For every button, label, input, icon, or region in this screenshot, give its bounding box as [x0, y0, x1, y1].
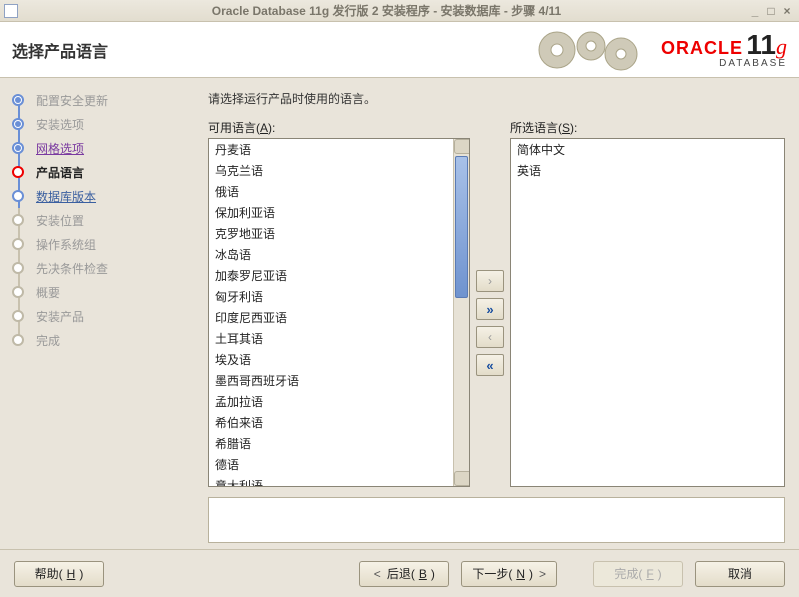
available-languages-list[interactable]: 丹麦语乌克兰语俄语保加利亚语克罗地亚语冰岛语加泰罗尼亚语匈牙利语印度尼西亚语土耳…: [208, 138, 470, 487]
list-item[interactable]: 克罗地亚语: [211, 224, 451, 245]
page-title: 选择产品语言: [12, 38, 108, 62]
step-dot: [12, 262, 24, 274]
scroll-thumb[interactable]: [455, 156, 468, 298]
list-item[interactable]: 保加利亚语: [211, 203, 451, 224]
step-dot: [12, 310, 24, 322]
instruction-text: 请选择运行产品时使用的语言。: [208, 90, 785, 107]
header: 选择产品语言 ORACLE 11g DATABASE: [0, 22, 799, 78]
scroll-down-icon[interactable]: ▼: [454, 471, 470, 486]
list-item[interactable]: 简体中文: [513, 140, 782, 161]
list-item[interactable]: 意大利语: [211, 476, 451, 486]
scroll-up-icon[interactable]: ▲: [454, 139, 470, 154]
titlebar: Oracle Database 11g 发行版 2 安装程序 - 安装数据库 -…: [0, 0, 799, 22]
selected-languages-list[interactable]: 简体中文英语: [510, 138, 785, 487]
remove-all-button[interactable]: «: [476, 354, 504, 376]
step-label: 产品语言: [36, 164, 84, 181]
available-scrollbar[interactable]: ▲ ▼: [453, 139, 469, 486]
step-label: 安装位置: [36, 212, 84, 229]
branding: ORACLE 11g DATABASE: [533, 26, 787, 74]
step-dot: [12, 94, 24, 106]
step-label: 先决条件检查: [36, 260, 108, 277]
list-item[interactable]: 墨西哥西班牙语: [211, 371, 451, 392]
step-label[interactable]: 网格选项: [36, 140, 84, 157]
list-item[interactable]: 匈牙利语: [211, 287, 451, 308]
step-dot: [12, 334, 24, 346]
app-icon: [4, 4, 18, 18]
step-dot: [12, 238, 24, 250]
list-item[interactable]: 冰岛语: [211, 245, 451, 266]
step-label: 概要: [36, 284, 60, 301]
step-label: 安装选项: [36, 116, 84, 133]
chevron-right-icon: ›: [488, 274, 492, 288]
list-item[interactable]: 希伯来语: [211, 413, 451, 434]
list-item[interactable]: 俄语: [211, 182, 451, 203]
back-button[interactable]: 后退(B): [359, 561, 449, 587]
step-dot: [12, 286, 24, 298]
step-label: 配置安全更新: [36, 92, 108, 109]
finish-button: 完成(F): [593, 561, 683, 587]
minimize-button[interactable]: _: [747, 4, 763, 18]
steps-sidebar: 配置安全更新安装选项网格选项产品语言数据库版本安装位置操作系统组先决条件检查概要…: [0, 78, 200, 549]
remove-button[interactable]: ‹: [476, 326, 504, 348]
help-button[interactable]: 帮助(H): [14, 561, 104, 587]
step-dot: [12, 190, 24, 202]
list-item[interactable]: 乌克兰语: [211, 161, 451, 182]
gears-graphic: [533, 26, 653, 74]
list-item[interactable]: 希腊语: [211, 434, 451, 455]
double-chevron-right-icon: »: [486, 302, 493, 317]
messages-area: [208, 497, 785, 543]
cancel-button[interactable]: 取消: [695, 561, 785, 587]
step-dot: [12, 166, 24, 178]
step-label[interactable]: 数据库版本: [36, 188, 96, 205]
list-item[interactable]: 丹麦语: [211, 140, 451, 161]
double-chevron-left-icon: «: [486, 358, 493, 373]
step-label: 完成: [36, 332, 60, 349]
list-item[interactable]: 德语: [211, 455, 451, 476]
step-label: 操作系统组: [36, 236, 96, 253]
list-item[interactable]: 孟加拉语: [211, 392, 451, 413]
footer: 帮助(H) 后退(B) 下一步(N) 完成(F) 取消: [0, 549, 799, 597]
oracle-logo: ORACLE 11g DATABASE: [661, 31, 787, 69]
step-dot: [12, 214, 24, 226]
available-label: 可用语言(A):: [208, 119, 470, 136]
window-title: Oracle Database 11g 发行版 2 安装程序 - 安装数据库 -…: [26, 2, 747, 19]
step-label: 安装产品: [36, 308, 84, 325]
close-button[interactable]: ×: [779, 4, 795, 18]
transfer-buttons: › » ‹ «: [476, 119, 504, 487]
list-item[interactable]: 埃及语: [211, 350, 451, 371]
list-item[interactable]: 印度尼西亚语: [211, 308, 451, 329]
selected-label: 所选语言(S):: [510, 119, 785, 136]
next-button[interactable]: 下一步(N): [461, 561, 557, 587]
chevron-left-icon: ‹: [488, 330, 492, 344]
add-all-button[interactable]: »: [476, 298, 504, 320]
main-panel: 请选择运行产品时使用的语言。 可用语言(A): 丹麦语乌克兰语俄语保加利亚语克罗…: [200, 78, 799, 549]
maximize-button[interactable]: □: [763, 4, 779, 18]
step-dot: [12, 118, 24, 130]
step-dot: [12, 142, 24, 154]
add-button[interactable]: ›: [476, 270, 504, 292]
list-item[interactable]: 土耳其语: [211, 329, 451, 350]
list-item[interactable]: 英语: [513, 161, 782, 182]
list-item[interactable]: 加泰罗尼亚语: [211, 266, 451, 287]
